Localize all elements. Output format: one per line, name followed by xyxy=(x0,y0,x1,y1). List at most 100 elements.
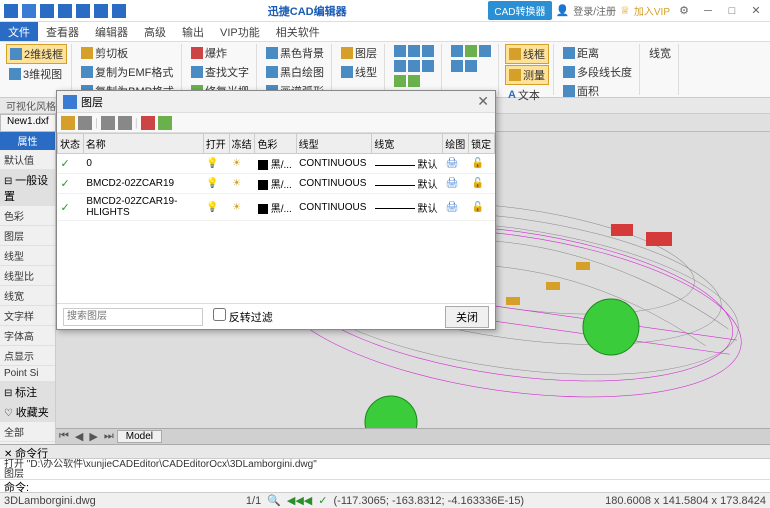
login-button[interactable]: 登录/注册 xyxy=(573,3,616,18)
grid-icon[interactable]: ✓ xyxy=(318,494,327,507)
layer-state-icon[interactable] xyxy=(118,116,132,130)
layer-linetype[interactable]: CONTINUOUS xyxy=(296,174,372,194)
lock-icon[interactable]: 🔓 xyxy=(469,154,495,174)
nav-icons[interactable] xyxy=(391,74,437,88)
layer-color[interactable]: 黑/... xyxy=(255,194,296,221)
bwdraw-button[interactable]: 黑白绘图 xyxy=(263,63,327,81)
sidebar-tab-attributes[interactable]: 属性 xyxy=(0,132,55,150)
wireframe-button[interactable]: 线框 xyxy=(505,44,549,64)
tab-advanced[interactable]: 高级 xyxy=(136,22,174,41)
col-ltype[interactable]: 线型 xyxy=(296,134,372,154)
tab-nav-first[interactable]: ⏮ xyxy=(56,430,72,443)
model-tab[interactable]: Model xyxy=(117,430,162,443)
new-layer-icon[interactable] xyxy=(61,116,75,130)
lineweight-button[interactable]: 线宽 xyxy=(646,44,674,62)
dialog-titlebar[interactable]: 图层 ✕ xyxy=(57,91,495,113)
col-open[interactable]: 打开 xyxy=(203,134,229,154)
tab-output[interactable]: 输出 xyxy=(174,22,212,41)
save-icon[interactable] xyxy=(22,4,36,18)
table-row[interactable]: ✓ BMCD2-02ZCAR19-HLIGHTS 💡 ☀ 黑/... CONTI… xyxy=(58,194,495,221)
col-name[interactable]: 名称 xyxy=(83,134,203,154)
plot-icon[interactable]: 🖨 xyxy=(443,194,469,221)
clear-icon[interactable] xyxy=(141,116,155,130)
findtext-button[interactable]: 查找文字 xyxy=(188,63,252,81)
tab-related[interactable]: 相关软件 xyxy=(268,22,328,41)
more-icon[interactable] xyxy=(112,4,126,18)
zoom-icons[interactable] xyxy=(391,44,437,58)
pan-icons[interactable] xyxy=(448,59,494,73)
sidebar-item[interactable]: 色彩 xyxy=(0,206,55,226)
lock-icon[interactable]: 🔓 xyxy=(469,174,495,194)
measure-button[interactable]: 测量 xyxy=(505,65,549,85)
sidebar-item[interactable]: 线型比 xyxy=(0,266,55,286)
col-color[interactable]: 色彩 xyxy=(255,134,296,154)
maximize-button[interactable]: □ xyxy=(722,3,742,19)
sun-icon[interactable]: ☀ xyxy=(229,154,255,174)
sidebar-item[interactable]: 文字样 xyxy=(0,306,55,326)
plot-icon[interactable]: 🖨 xyxy=(443,174,469,194)
explode-button[interactable]: 爆炸 xyxy=(188,44,252,62)
col-lweight[interactable]: 线宽 xyxy=(372,134,443,154)
layer-button[interactable]: 图层 xyxy=(338,44,380,62)
blackbg-button[interactable]: 黑色背景 xyxy=(263,44,327,62)
layer-linetype[interactable]: CONTINUOUS xyxy=(296,154,372,174)
sidebar-item[interactable]: 线型 xyxy=(0,246,55,266)
sidebar-item[interactable]: 线宽 xyxy=(0,286,55,306)
wireframe2d-button[interactable]: 2维线框 xyxy=(6,44,67,64)
settings-icon[interactable]: ⚙ xyxy=(674,3,694,19)
undo-icon[interactable] xyxy=(58,4,72,18)
sidebar-item[interactable]: Point Si xyxy=(0,366,55,382)
layer-linetype[interactable]: CONTINUOUS xyxy=(296,194,372,221)
redo-icon[interactable] xyxy=(76,4,90,18)
orbit-icons[interactable] xyxy=(448,44,494,58)
sidebar-item[interactable]: 图层 xyxy=(0,226,55,246)
area-button[interactable]: 面积 xyxy=(560,82,635,100)
layer-lineweight[interactable]: 默认 xyxy=(372,174,443,194)
col-plot[interactable]: 绘图 xyxy=(443,134,469,154)
open-icon[interactable] xyxy=(40,4,54,18)
view3d-button[interactable]: 3维视图 xyxy=(6,65,67,83)
sidebar-item[interactable]: 字体高 xyxy=(0,326,55,346)
tab-nav-next[interactable]: ▶ xyxy=(86,430,100,443)
distance-button[interactable]: 距离 xyxy=(560,44,635,62)
bulb-icon[interactable]: 💡 xyxy=(203,154,229,174)
file-tab[interactable]: New1.dxf xyxy=(0,114,56,131)
invert-filter-checkbox[interactable]: 反转过滤 xyxy=(213,308,273,325)
zoom-icon[interactable]: 🔍 xyxy=(267,494,281,507)
cad-convert-button[interactable]: CAD转换器 xyxy=(488,1,551,20)
plot-icon[interactable]: 🖨 xyxy=(443,154,469,174)
close-button[interactable]: ✕ xyxy=(746,3,766,19)
col-state[interactable]: 状态 xyxy=(58,134,84,154)
linetype-button[interactable]: 线型 xyxy=(338,63,380,81)
col-freeze[interactable]: 冻结 xyxy=(229,134,255,154)
layer-color[interactable]: 黑/... xyxy=(255,174,296,194)
print-icon[interactable] xyxy=(94,4,108,18)
clipboard-button[interactable]: 剪切板 xyxy=(78,44,177,62)
bulb-icon[interactable]: 💡 xyxy=(203,174,229,194)
table-row[interactable]: ✓ BMCD2-02ZCAR19 💡 ☀ 黑/... CONTINUOUS 默认… xyxy=(58,174,495,194)
layer-color[interactable]: 黑/... xyxy=(255,154,296,174)
current-layer-icon[interactable] xyxy=(101,116,115,130)
tab-nav-prev[interactable]: ◀ xyxy=(72,430,86,443)
delete-layer-icon[interactable] xyxy=(78,116,92,130)
view-icons[interactable] xyxy=(391,59,437,73)
table-row[interactable]: ✓ 0 💡 ☀ 黑/... CONTINUOUS 默认 🖨 🔓 xyxy=(58,154,495,174)
lock-icon[interactable]: 🔓 xyxy=(469,194,495,221)
minimize-button[interactable]: ─ xyxy=(698,3,718,19)
layer-lineweight[interactable]: 默认 xyxy=(372,154,443,174)
sun-icon[interactable]: ☀ xyxy=(229,174,255,194)
vip-button[interactable]: 加入VIP xyxy=(634,3,670,18)
tab-vip[interactable]: VIP功能 xyxy=(212,22,268,41)
polylen-button[interactable]: 多段线长度 xyxy=(560,63,635,81)
layer-lineweight[interactable]: 默认 xyxy=(372,194,443,221)
apply-icon[interactable] xyxy=(158,116,172,130)
tab-viewer[interactable]: 查看器 xyxy=(38,22,87,41)
bulb-icon[interactable]: 💡 xyxy=(203,194,229,221)
dialog-close-button[interactable]: ✕ xyxy=(477,93,489,110)
sidebar-defaults[interactable]: 默认值 xyxy=(0,150,55,170)
copy-emf-button[interactable]: 复制为EMF格式 xyxy=(78,63,177,81)
command-input[interactable] xyxy=(29,481,766,492)
sidebar-item[interactable]: 点显示 xyxy=(0,346,55,366)
nav-prev-icon[interactable]: ◀◀◀ xyxy=(287,494,312,507)
sidebar-all[interactable]: 全部 xyxy=(0,422,55,442)
